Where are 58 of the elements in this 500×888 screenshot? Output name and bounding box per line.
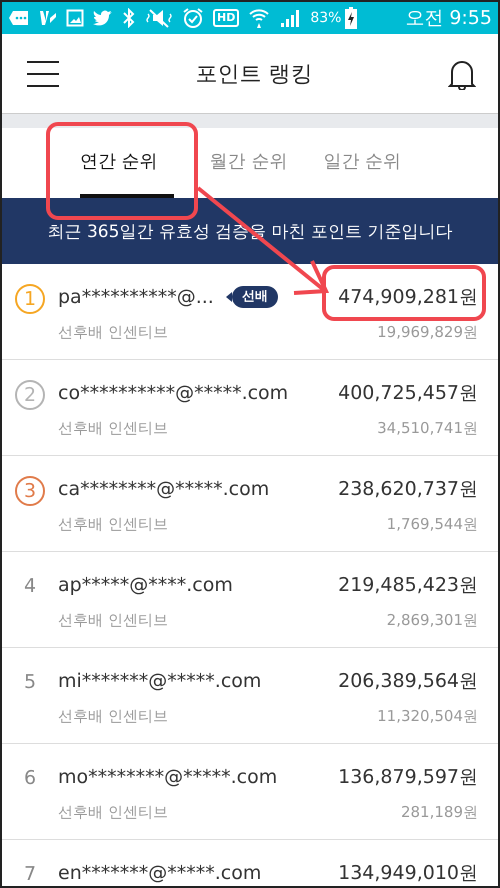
- ranking-row[interactable]: 5 mi*******@*****.com 206,389,564원 선후배 인센티브 11,320,504원: [2, 648, 498, 744]
- incentive-label: 선후배 인센티브: [58, 323, 168, 342]
- incentive-amount: 281,189원: [400, 803, 478, 822]
- wifi-icon: [248, 7, 270, 29]
- rank-number: 5: [24, 671, 36, 695]
- rank-number: 6: [24, 767, 36, 791]
- ranking-row[interactable]: 7 en*******@*****.com 134,949,010원: [2, 840, 498, 886]
- incentive-amount: 11,320,504원: [377, 707, 478, 726]
- bluetooth-icon: [122, 8, 136, 28]
- clock: 오전 9:55: [405, 6, 492, 31]
- alarm-icon: [182, 7, 204, 29]
- point-amount: 219,485,423원: [338, 573, 478, 598]
- incentive-label: 선후배 인센티브: [58, 611, 168, 630]
- v-icon: [39, 9, 57, 27]
- page-title: 포인트 랭킹: [196, 60, 312, 88]
- user-email: mo********@*****.com: [58, 766, 278, 788]
- rank-medal: 1: [15, 284, 45, 314]
- incentive-amount: 1,769,544원: [386, 515, 478, 534]
- user-email: ca********@*****.com: [58, 478, 270, 500]
- user-email: en*******@*****.com: [58, 862, 262, 884]
- incentive-amount: 2,869,301원: [386, 611, 478, 630]
- point-amount: 400,725,457원: [338, 381, 478, 406]
- rank-medal: 2: [15, 380, 45, 410]
- point-amount: 238,620,737원: [338, 477, 478, 502]
- ranking-row[interactable]: 2 co**********@*****.com 400,725,457원 선후배 인센티브 34,510,741원: [2, 360, 498, 456]
- ranking-row[interactable]: 6 mo********@*****.com 136,879,597원 선후배 인센티브 281,189원: [2, 744, 498, 840]
- user-email: pa**********@...: [58, 286, 214, 308]
- menu-icon[interactable]: [26, 60, 60, 88]
- user-email: mi*******@*****.com: [58, 670, 262, 692]
- bird-icon: [93, 10, 113, 26]
- user-email: ap*****@****.com: [58, 574, 233, 596]
- battery-icon: [345, 7, 358, 29]
- point-amount: 134,949,010원: [338, 861, 478, 886]
- incentive-amount: 19,969,829원: [377, 323, 478, 342]
- tab[interactable]: 일간 순위: [323, 128, 402, 198]
- incentive-amount: 34,510,741원: [377, 419, 478, 438]
- incentive-label: 선후배 인센티브: [58, 803, 168, 822]
- battery-percent: 83%: [310, 10, 342, 26]
- senior-tag: 선배: [226, 286, 278, 308]
- ranking-row[interactable]: 4 ap*****@****.com 219,485,423원 선후배 인센티브 2,869,301원: [2, 552, 498, 648]
- hd-icon: HD: [213, 9, 240, 27]
- rank-number: 7: [24, 863, 36, 886]
- ranking-row[interactable]: 1 pa**********@... 선배 474,909,281원 선후배 인센티브 19,969,829원: [2, 264, 498, 360]
- incentive-label: 선후배 인센티브: [58, 515, 168, 534]
- ranking-row[interactable]: 3 ca********@*****.com 238,620,737원 선후배 인센티브 1,769,544원: [2, 456, 498, 552]
- point-amount: 206,389,564원: [338, 669, 478, 694]
- image-icon: [66, 9, 84, 27]
- mute-icon: [145, 8, 173, 28]
- rank-medal: 3: [15, 476, 45, 506]
- incentive-label: 선후배 인센티브: [58, 707, 168, 726]
- tab[interactable]: 월간 순위: [210, 128, 288, 198]
- rank-number: 4: [24, 575, 36, 599]
- incentive-label: 선후배 인센티브: [58, 419, 168, 438]
- user-email: co**********@*****.com: [58, 382, 288, 404]
- point-amount: 474,909,281원: [338, 285, 478, 310]
- message-icon: [8, 10, 30, 26]
- point-amount: 136,879,597원: [338, 765, 478, 790]
- signal-icon: [279, 8, 302, 28]
